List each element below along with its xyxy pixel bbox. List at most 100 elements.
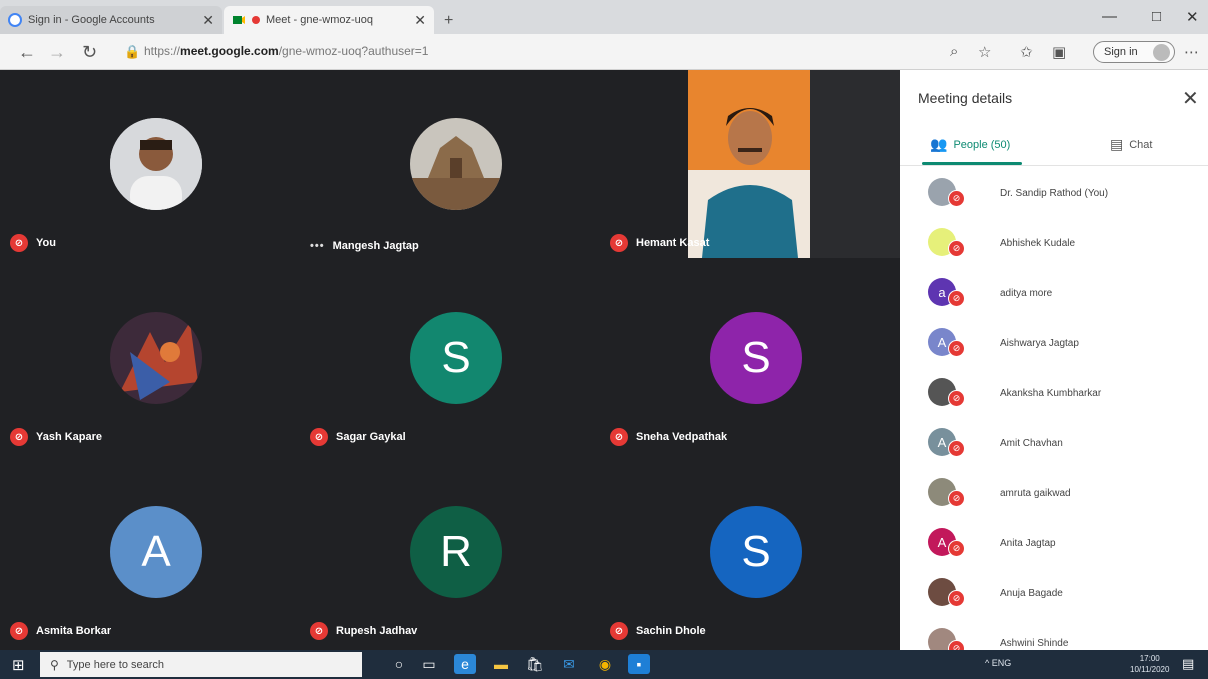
mic-off-icon: ⊘ [310, 428, 328, 446]
list-item[interactable]: A ⊘ Anita Jagtap [900, 520, 1208, 570]
more-options-icon[interactable]: ⋯ [1184, 43, 1199, 61]
list-item[interactable]: ⊘ Ashwini Shinde [900, 620, 1208, 650]
participant-letter-avatar: S [710, 312, 802, 404]
participant-name: Rupesh Jadhav [336, 625, 418, 637]
address-bar-row: ← → ↻ 🔒 https://meet.google.com/gne-wmoz… [0, 34, 1208, 70]
participant-name: Mangesh Jagtap [332, 240, 419, 252]
mic-off-icon: ⊘ [948, 190, 965, 207]
person-name: amruta gaikwad [1000, 488, 1071, 499]
mic-off-icon: ⊘ [948, 290, 965, 307]
file-explorer-icon[interactable]: ▬ [490, 654, 512, 674]
minimize-icon[interactable]: — [1102, 8, 1117, 25]
store-icon[interactable]: 🛍 [524, 654, 546, 674]
chat-icon: ▤ [1110, 136, 1124, 152]
participant-name: Yash Kapare [36, 431, 103, 443]
participant-nameplate: ⊘ Hemant Kasat [610, 234, 709, 252]
camera-permission-icon[interactable]: ⌕ [950, 43, 958, 60]
url-domain: meet.google.com [180, 44, 279, 58]
participant-tile[interactable]: ⊘ Yash Kapare [0, 264, 296, 454]
participant-tile[interactable]: ⊘ You [0, 70, 296, 260]
participant-photo-avatar [110, 118, 202, 210]
collections-icon[interactable]: ▣ [1052, 43, 1066, 61]
participant-letter-avatar: A [110, 506, 202, 598]
taskbar-search-box[interactable]: ⚲ Type here to search [40, 652, 362, 677]
cortana-icon[interactable]: ○ [388, 654, 410, 674]
tab-people[interactable]: 👥 People (50) [930, 136, 1010, 153]
mic-off-icon: ⊘ [948, 540, 965, 557]
window-close-icon[interactable]: ✕ [1186, 8, 1199, 26]
url-prefix: https:// [144, 44, 181, 58]
tab-chat[interactable]: ▤ Chat [1110, 136, 1152, 153]
close-tab-icon[interactable]: ✕ [202, 12, 214, 29]
mic-off-icon: ⊘ [310, 622, 328, 640]
url-field[interactable]: https://meet.google.com/gne-wmoz-uoq?aut… [144, 44, 428, 58]
new-tab-icon[interactable]: + [444, 12, 453, 30]
mic-off-icon: ⊘ [948, 640, 965, 650]
mic-off-icon: ⊘ [10, 234, 28, 252]
favorites-icon[interactable]: ✩ [1020, 43, 1033, 61]
sign-in-label: Sign in [1104, 46, 1138, 58]
participant-photo-avatar [110, 312, 202, 404]
list-item[interactable]: A ⊘ Amit Chavhan [900, 420, 1208, 470]
system-tray[interactable]: ^ ENG [985, 658, 1011, 668]
list-item[interactable]: ⊘ Abhishek Kudale [900, 220, 1208, 270]
notification-icon[interactable]: ▤ [1182, 656, 1194, 672]
participant-letter-avatar: R [410, 506, 502, 598]
participant-name: Asmita Borkar [36, 625, 112, 637]
participant-video-feed[interactable] [688, 70, 810, 258]
lock-icon[interactable]: 🔒 [124, 44, 140, 60]
maximize-icon[interactable]: □ [1152, 8, 1161, 25]
task-view-icon[interactable]: ▭ [418, 654, 440, 674]
participant-letter-avatar: S [410, 312, 502, 404]
participant-nameplate: ⊘ Sneha Vedpathak [610, 428, 727, 446]
sign-in-button[interactable]: Sign in [1093, 41, 1175, 63]
tab-meet[interactable]: Meet - gne-wmoz-uoq ✕ [224, 6, 434, 34]
participant-nameplate: ⊘ Yash Kapare [10, 428, 102, 446]
google-icon [8, 13, 22, 27]
refresh-icon[interactable]: ↻ [82, 42, 97, 63]
windows-start-icon[interactable]: ⊞ [12, 656, 25, 674]
mic-off-icon: ⊘ [948, 440, 965, 457]
participant-tile[interactable]: S ⊘ Sachin Dhole [600, 458, 896, 648]
taskbar-clock[interactable]: 17:00 10/11/2020 [1130, 653, 1169, 675]
participant-nameplate: ••• Mangesh Jagtap [310, 240, 419, 252]
mic-off-icon: ⊘ [948, 490, 965, 507]
mail-icon[interactable]: ✉ [558, 654, 580, 674]
participant-nameplate: ⊘ Rupesh Jadhav [310, 622, 417, 640]
participant-tile[interactable]: R ⊘ Rupesh Jadhav [300, 458, 596, 648]
profile-avatar [1153, 44, 1170, 61]
favorite-star-icon[interactable]: ☆ [978, 43, 991, 61]
participant-nameplate: ⊘ Sachin Dhole [610, 622, 706, 640]
tab-chat-label: Chat [1129, 138, 1153, 151]
person-name: Abhishek Kudale [1000, 238, 1076, 249]
mic-off-icon: ⊘ [610, 234, 628, 252]
tab-google-accounts[interactable]: Sign in - Google Accounts ✕ [0, 6, 222, 34]
participant-nameplate: ⊘ You [10, 234, 56, 252]
mic-off-icon: ⊘ [948, 390, 965, 407]
participant-tile[interactable]: A ⊘ Asmita Borkar [0, 458, 296, 648]
edge-icon[interactable]: e [454, 654, 476, 674]
app-icon[interactable]: ▪ [628, 654, 650, 674]
people-list: ⊘ Dr. Sandip Rathod (You) ⊘ Abhishek Kud… [900, 170, 1208, 650]
participant-nameplate: ⊘ Sagar Gaykal [310, 428, 406, 446]
close-tab-icon[interactable]: ✕ [414, 12, 426, 29]
list-item[interactable]: ⊘ amruta gaikwad [900, 470, 1208, 520]
participant-tile[interactable]: S ⊘ Sneha Vedpathak [600, 264, 896, 454]
chrome-icon[interactable]: ◉ [594, 654, 616, 674]
participant-name: Sagar Gaykal [336, 431, 406, 443]
participant-tile[interactable]: S ⊘ Sagar Gaykal [300, 264, 596, 454]
back-icon[interactable]: ← [18, 42, 36, 63]
forward-icon[interactable]: → [48, 42, 66, 63]
participant-tile[interactable]: ••• Mangesh Jagtap [300, 70, 596, 260]
people-icon: 👥 [930, 136, 948, 152]
list-item[interactable]: A ⊘ Aishwarya Jagtap [900, 320, 1208, 370]
more-options-icon[interactable]: ••• [310, 240, 325, 252]
browser-tab-strip: Sign in - Google Accounts ✕ Meet - gne-w… [0, 0, 1208, 34]
close-icon[interactable]: ✕ [1182, 86, 1199, 111]
list-item[interactable]: ⊘ Anuja Bagade [900, 570, 1208, 620]
list-item[interactable]: ⊘ Akanksha Kumbharkar [900, 370, 1208, 420]
person-name: Akanksha Kumbharkar [1000, 388, 1102, 399]
list-item[interactable]: a ⊘ aditya more [900, 270, 1208, 320]
list-item[interactable]: ⊘ Dr. Sandip Rathod (You) [900, 170, 1208, 220]
clock-date: 10/11/2020 [1130, 665, 1170, 674]
